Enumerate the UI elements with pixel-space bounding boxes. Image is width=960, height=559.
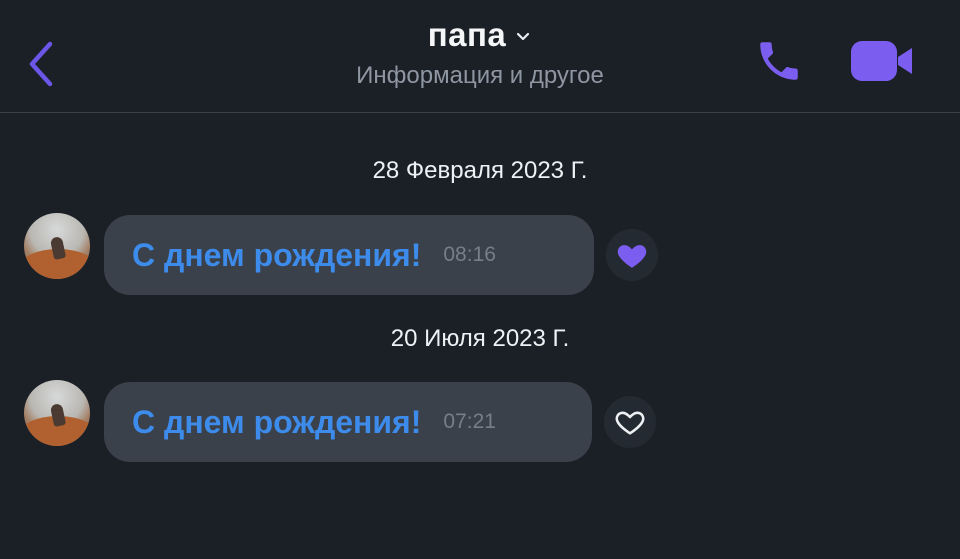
date-separator: 20 Июля 2023 Г. — [390, 325, 570, 352]
chat-header: папа Информация и другое — [0, 0, 960, 113]
like-button[interactable] — [606, 229, 658, 281]
heart-outline-icon — [615, 411, 645, 435]
video-call-button[interactable] — [848, 38, 916, 84]
phone-icon — [760, 42, 798, 80]
contact-name-dropdown[interactable]: папа — [428, 16, 533, 54]
like-button[interactable] — [604, 396, 656, 448]
message-time: 07:21 — [443, 410, 496, 433]
message-bubble[interactable]: С днем рождения! 08:16 — [104, 215, 594, 295]
message-text: С днем рождения! — [132, 403, 422, 440]
heart-filled-icon — [617, 245, 647, 268]
message-time: 08:16 — [443, 243, 496, 266]
call-button[interactable] — [754, 36, 804, 86]
chevron-down-icon — [517, 32, 530, 41]
message-text: С днем рождения! — [132, 236, 422, 273]
video-camera-icon — [851, 41, 912, 81]
contact-info-link[interactable]: Информация и другое — [0, 62, 960, 90]
avatar[interactable] — [24, 213, 90, 279]
date-separator: 28 Февраля 2023 Г. — [372, 157, 588, 184]
contact-name: папа — [427, 16, 507, 53]
message-bubble[interactable]: С днем рождения! 07:21 — [104, 382, 592, 462]
avatar[interactable] — [24, 380, 90, 446]
chat-title-block: папа Информация и другое — [0, 16, 960, 90]
